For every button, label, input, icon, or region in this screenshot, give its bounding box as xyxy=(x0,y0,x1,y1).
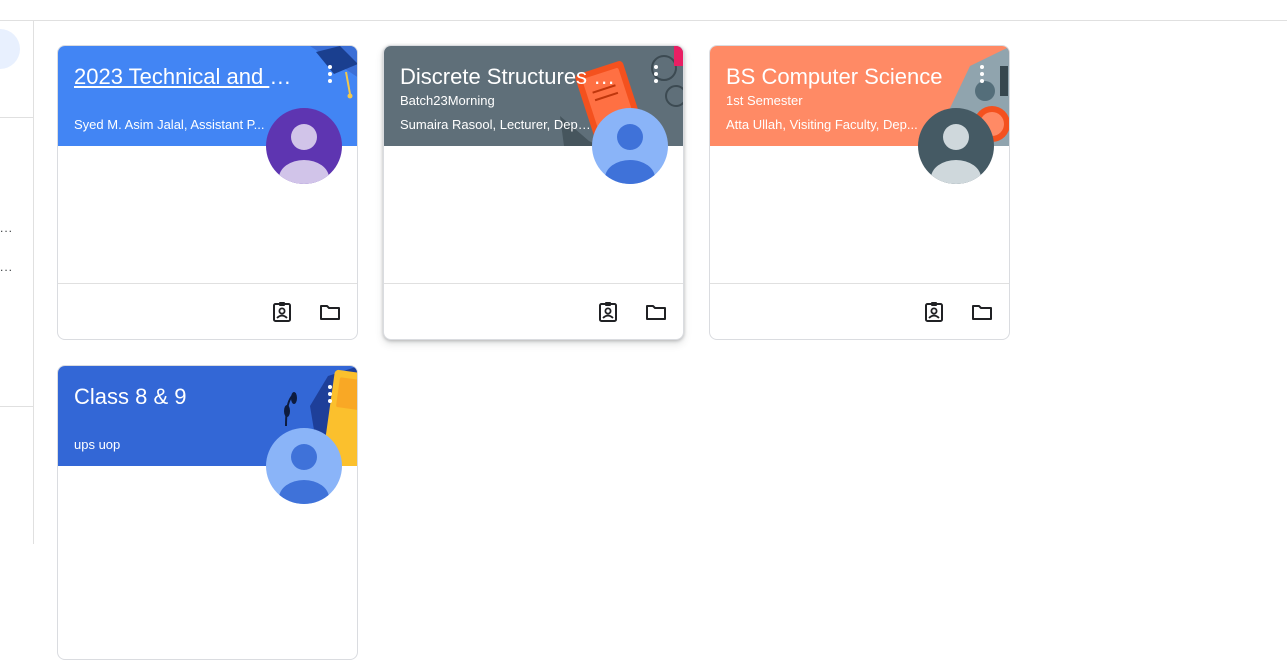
class-card[interactable]: 2023 Technical and S... Syed M. Asim Jal… xyxy=(57,45,358,340)
class-card-footer xyxy=(384,283,683,339)
sidebar-item-class-2[interactable]: ... xyxy=(0,260,13,274)
sidebar-item-home[interactable] xyxy=(0,29,20,69)
teacher-name: Atta Ullah, Visiting Faculty, Dep... xyxy=(726,117,918,132)
open-folder-button[interactable] xyxy=(644,300,668,324)
teacher-name: Syed M. Asim Jalal, Assistant P... xyxy=(74,117,265,132)
assignment-icon xyxy=(925,302,943,322)
folder-icon xyxy=(972,305,992,320)
assignment-icon xyxy=(599,302,617,322)
person-icon xyxy=(605,124,655,184)
teacher-name: Sumaira Rasool, Lecturer, Depar... xyxy=(400,117,597,132)
open-assignments-button[interactable] xyxy=(922,300,946,324)
sidebar-divider xyxy=(0,406,33,407)
class-title-link[interactable]: Discrete Structures B... xyxy=(400,63,622,91)
class-section: Batch23Morning xyxy=(400,93,495,108)
class-card-footer xyxy=(58,283,357,339)
teacher-avatar xyxy=(918,108,994,184)
teacher-avatar xyxy=(266,108,342,184)
class-card[interactable]: Discrete Structures B... Batch23Morning … xyxy=(383,45,684,340)
person-icon xyxy=(931,124,981,184)
open-folder-button[interactable] xyxy=(970,300,994,324)
more-options-icon[interactable] xyxy=(320,62,340,86)
sidebar-item-class-1[interactable]: ... xyxy=(0,221,13,235)
class-card-footer xyxy=(710,283,1009,339)
assignment-icon xyxy=(273,302,291,322)
teacher-avatar xyxy=(592,108,668,184)
class-title-link[interactable]: 2023 Technical and S... xyxy=(74,63,296,91)
class-card[interactable]: Class 8 & 9 ups uop xyxy=(57,365,358,660)
open-folder-button[interactable] xyxy=(318,300,342,324)
class-section: 1st Semester xyxy=(726,93,803,108)
folder-icon xyxy=(320,305,340,320)
sidebar-divider xyxy=(0,117,33,118)
sidebar: ... ... xyxy=(0,21,34,544)
more-options-icon[interactable] xyxy=(320,382,340,406)
class-title-link[interactable]: Class 8 & 9 xyxy=(74,383,296,411)
open-assignments-button[interactable] xyxy=(596,300,620,324)
top-app-bar xyxy=(0,0,1287,21)
class-title-link[interactable]: BS Computer Science xyxy=(726,63,948,91)
teacher-name: ups uop xyxy=(74,437,121,452)
more-options-icon[interactable] xyxy=(972,62,992,86)
folder-icon xyxy=(646,305,666,320)
teacher-avatar xyxy=(266,428,342,504)
more-options-icon[interactable] xyxy=(646,62,666,86)
person-icon xyxy=(279,444,329,504)
open-assignments-button[interactable] xyxy=(270,300,294,324)
person-icon xyxy=(279,124,329,184)
class-card[interactable]: BS Computer Science 1st Semester Atta Ul… xyxy=(709,45,1010,340)
